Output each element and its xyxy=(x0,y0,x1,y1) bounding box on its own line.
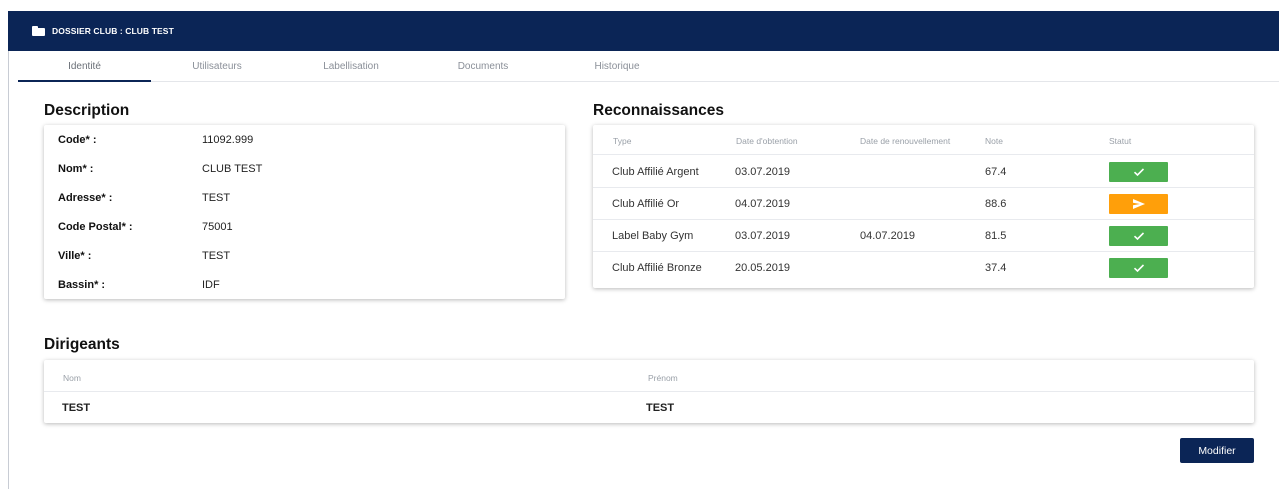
description-card: Code* : 11092.999 Nom* : CLUB TEST Adres… xyxy=(44,125,565,299)
table-row: Label Baby Gym 03.07.2019 04.07.2019 81.… xyxy=(593,220,1254,252)
field-value: 75001 xyxy=(202,221,233,233)
field-value: CLUB TEST xyxy=(202,163,263,175)
reconnaissances-title: Reconnaissances xyxy=(593,102,724,119)
send-icon xyxy=(1132,199,1145,209)
table-header: Nom Prénom xyxy=(44,360,1254,392)
field-label: Nom* : xyxy=(58,163,94,175)
cell-type: Club Affilié Bronze xyxy=(612,262,702,274)
tab-identite[interactable]: Identité xyxy=(18,52,151,82)
column-header-note: Note xyxy=(985,136,1003,146)
field-code-postal: Code Postal* : 75001 xyxy=(44,221,565,250)
cell-prenom: TEST xyxy=(646,402,675,414)
status-badge[interactable] xyxy=(1109,162,1168,182)
dossier-header: DOSSIER CLUB : CLUB TEST xyxy=(8,11,1279,51)
status-badge[interactable] xyxy=(1109,258,1168,278)
field-label: Code Postal* : xyxy=(58,221,133,233)
description-title: Description xyxy=(44,102,130,119)
modifier-button[interactable]: Modifier xyxy=(1180,438,1254,463)
field-value: TEST xyxy=(202,192,231,204)
column-header-nom: Nom xyxy=(63,373,81,383)
cell-type: Label Baby Gym xyxy=(612,230,694,242)
cell-type: Club Affilié Or xyxy=(612,198,680,210)
field-value: IDF xyxy=(202,279,220,291)
check-icon xyxy=(1133,232,1144,241)
cell-note: 67.4 xyxy=(985,166,1007,178)
cell-type: Club Affilié Argent xyxy=(612,166,699,178)
cell-obtention: 04.07.2019 xyxy=(735,198,791,210)
field-code: Code* : 11092.999 xyxy=(44,134,565,163)
folder-icon xyxy=(32,26,45,36)
field-label: Ville* : xyxy=(58,250,92,262)
column-header-renouvellement: Date de renouvellement xyxy=(860,136,951,146)
field-ville: Ville* : TEST xyxy=(44,250,565,279)
column-header-obtention: Date d'obtention xyxy=(736,136,798,146)
field-value: 11092.999 xyxy=(202,134,254,146)
field-adresse: Adresse* : TEST xyxy=(44,192,565,221)
cell-renouvellement: 04.07.2019 xyxy=(860,230,916,242)
table-row: Club Affilié Bronze 20.05.2019 37.4 xyxy=(593,252,1254,284)
table-row: TEST TEST xyxy=(44,392,1254,423)
tab-documents[interactable]: Documents xyxy=(428,52,538,82)
column-header-prenom: Prénom xyxy=(648,373,678,383)
status-badge[interactable] xyxy=(1109,226,1168,246)
field-nom: Nom* : CLUB TEST xyxy=(44,163,565,192)
tab-utilisateurs[interactable]: Utilisateurs xyxy=(162,52,272,82)
dirigeants-table: Nom Prénom TEST TEST xyxy=(44,360,1254,423)
field-value: TEST xyxy=(202,250,231,262)
dossier-title: DOSSIER CLUB : CLUB TEST xyxy=(52,26,174,36)
cell-note: 81.5 xyxy=(985,230,1007,242)
table-header: Type Date d'obtention Date de renouvelle… xyxy=(593,125,1254,155)
frame-border xyxy=(8,11,9,489)
field-label: Bassin* : xyxy=(58,279,106,291)
tab-labellisation[interactable]: Labellisation xyxy=(296,52,406,82)
check-icon xyxy=(1133,264,1144,273)
cell-note: 37.4 xyxy=(985,262,1007,274)
column-header-type: Type xyxy=(613,136,632,146)
field-bassin: Bassin* : IDF xyxy=(44,279,565,308)
check-icon xyxy=(1133,168,1144,177)
field-label: Adresse* : xyxy=(58,192,113,204)
cell-obtention: 03.07.2019 xyxy=(735,166,791,178)
cell-obtention: 20.05.2019 xyxy=(735,262,791,274)
table-row: Club Affilié Argent 03.07.2019 67.4 xyxy=(593,156,1254,188)
field-label: Code* : xyxy=(58,134,97,146)
cell-nom: TEST xyxy=(62,402,91,414)
dirigeants-title: Dirigeants xyxy=(44,336,120,353)
cell-note: 88.6 xyxy=(985,198,1007,210)
status-badge[interactable] xyxy=(1109,194,1168,214)
column-header-statut: Statut xyxy=(1109,136,1132,146)
reconnaissances-table: Type Date d'obtention Date de renouvelle… xyxy=(593,125,1254,288)
tab-historique[interactable]: Historique xyxy=(562,52,672,82)
cell-obtention: 03.07.2019 xyxy=(735,230,791,242)
table-row: Club Affilié Or 04.07.2019 88.6 xyxy=(593,188,1254,220)
tab-bar: Identité Utilisateurs Labellisation Docu… xyxy=(18,52,1279,82)
